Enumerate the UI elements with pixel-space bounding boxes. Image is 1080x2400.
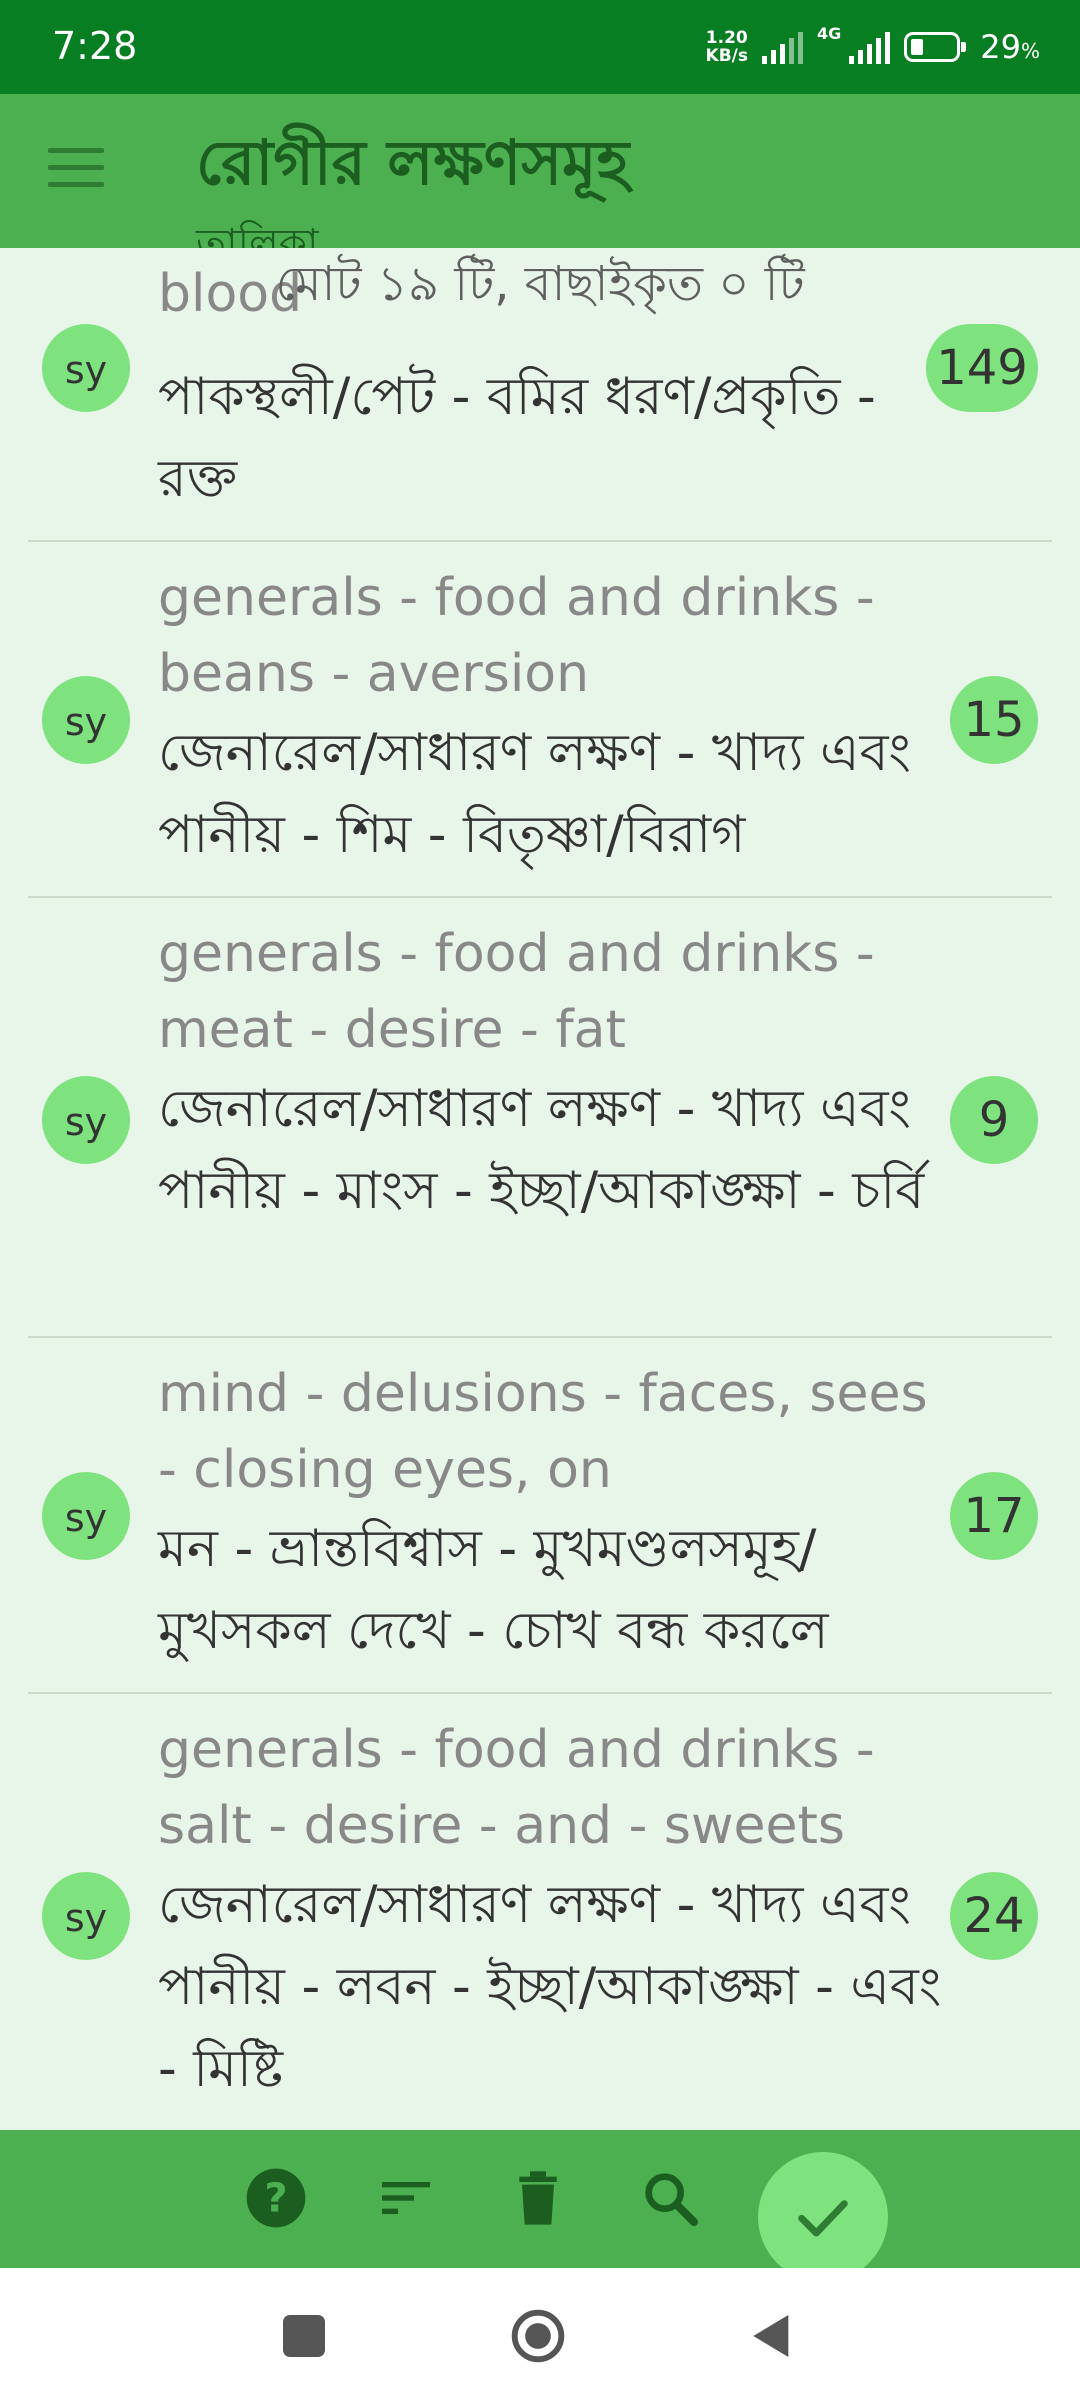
avatar: sy: [42, 1076, 130, 1164]
bottom-action-bar: ?: [0, 2130, 1080, 2282]
svg-text:?: ?: [264, 2175, 287, 2221]
symptom-list[interactable]: sy blood পাকস্থলী/পেট - বমির ধরণ/প্রকৃতি…: [0, 248, 1080, 2130]
signal-icon: [762, 30, 803, 64]
remedy-count-badge: 17: [950, 1472, 1038, 1560]
check-icon: [798, 2200, 848, 2237]
selection-summary: মোট ১৯ টি, বাছাইকৃত ০ টি: [275, 256, 805, 312]
remedy-count-badge: 15: [950, 676, 1038, 764]
avatar: sy: [42, 1472, 130, 1560]
avatar: sy: [42, 676, 130, 764]
signal-4g-icon: [849, 30, 891, 64]
back-icon[interactable]: [744, 2308, 800, 2364]
help-icon[interactable]: ?: [244, 2166, 308, 2230]
list-item[interactable]: sy generals - food and drinks - meat - d…: [28, 898, 1052, 1338]
menu-icon[interactable]: [48, 148, 104, 190]
list-item[interactable]: sy generals - food and drinks - beans - …: [28, 542, 1052, 898]
recents-icon[interactable]: [276, 2308, 332, 2364]
page-subtitle: তালিকা: [196, 221, 319, 248]
page-title: রোগীর লক্ষণসমূহ: [196, 126, 630, 199]
confirm-button[interactable]: [758, 2152, 888, 2282]
home-icon[interactable]: [510, 2308, 566, 2364]
symptom-bengali: মন - ভ্রান্তবিশ্বাস - মুখমণ্ডলসমূহ/মুখসক…: [158, 1519, 829, 1661]
list-item[interactable]: sy mind - delusions - faces, sees - clos…: [28, 1338, 1052, 1694]
status-bar: 7:28 1.20 KB/s 4G 29%: [0, 0, 1080, 94]
status-indicators: 1.20 KB/s 4G 29%: [706, 20, 1040, 74]
search-icon[interactable]: [638, 2166, 702, 2230]
symptom-bengali: জেনারেল/সাধারণ লক্ষণ - খাদ্য এবং পানীয় …: [158, 1875, 942, 2099]
remedy-count-badge: 24: [950, 1872, 1038, 1960]
symptom-english: mind - delusions - faces, sees - closing…: [158, 1364, 928, 1500]
battery-icon: [904, 32, 967, 62]
remedy-count-badge: 149: [926, 324, 1038, 412]
network-speed: 1.20 KB/s: [705, 28, 748, 66]
system-navigation-bar: [0, 2268, 1080, 2400]
symptom-bengali: জেনারেল/সাধারণ লক্ষণ - খাদ্য এবং পানীয় …: [158, 1079, 925, 1221]
battery-level: 29%: [980, 28, 1040, 66]
symptom-english: generals - food and drinks - meat - desi…: [158, 924, 875, 1060]
symptom-english: generals - food and drinks - salt - desi…: [158, 1720, 875, 1856]
symptom-bengali: জেনারেল/সাধারণ লক্ষণ - খাদ্য এবং পানীয় …: [158, 723, 911, 865]
avatar: sy: [42, 324, 130, 412]
list-item[interactable]: sy generals - food and drinks - salt - d…: [28, 1694, 1052, 2130]
symptom-bengali: পাকস্থলী/পেট - বমির ধরণ/প্রকৃতি - রক্ত: [158, 367, 876, 509]
avatar: sy: [42, 1872, 130, 1960]
delete-icon[interactable]: [506, 2166, 570, 2230]
app-bar: রোগীর লক্ষণসমূহ তালিকা: [0, 94, 1080, 248]
symptom-english: generals - food and drinks - beans - ave…: [158, 568, 875, 704]
remedy-count-badge: 9: [950, 1076, 1038, 1164]
sort-icon[interactable]: [374, 2166, 438, 2230]
network-type: 4G: [817, 24, 842, 43]
status-time: 7:28: [52, 24, 138, 68]
